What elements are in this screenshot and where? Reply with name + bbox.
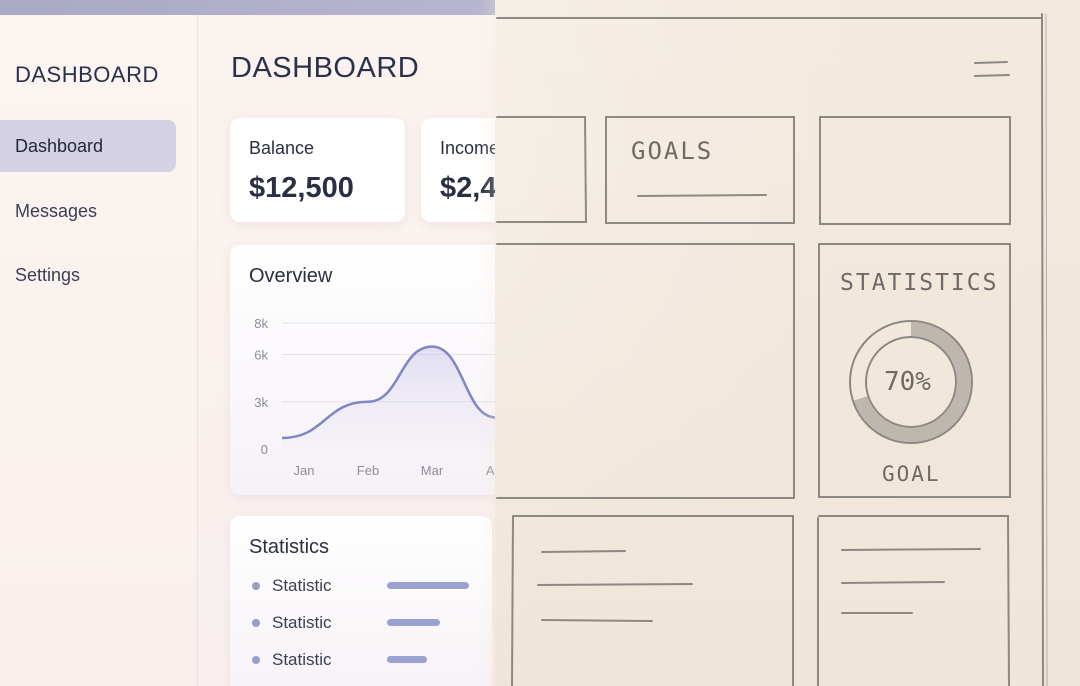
sketch-goals-label: GOALS [631, 137, 714, 165]
sidebar-item-dashboard[interactable]: Dashboard [0, 120, 176, 172]
overview-chart: 03k6k8kJanFebMarAprMayJunJul [254, 316, 495, 478]
sidebar: DASHBOARD Dashboard Messages Settings [0, 15, 198, 686]
statistics-card: Statistics Statistic Statistic Statistic [230, 516, 492, 686]
statistics-row: Statistic [252, 576, 482, 596]
digital-dashboard: DASHBOARD Dashboard Messages Settings DA… [0, 0, 495, 686]
statistics-row-bar [387, 619, 441, 626]
income-card: Income $2,400 [421, 118, 495, 222]
statistics-row-label: Statistic [272, 650, 332, 669]
statistics-row-bar [387, 656, 428, 663]
overview-card: Overview 03k6k8kJanFebMarAprMayJunJul [230, 245, 495, 495]
statistics-row: Statistic [252, 650, 482, 670]
sidebar-title: DASHBOARD [15, 62, 159, 87]
sketch-goal-label: GOAL [882, 462, 941, 486]
statistics-title: Statistics [249, 536, 330, 558]
page-title: DASHBOARD [231, 52, 420, 84]
y-tick-label: 6k [254, 348, 268, 363]
sidebar-item-settings[interactable]: Settings [0, 249, 176, 301]
bullet-icon [252, 619, 260, 627]
sidebar-item-messages[interactable]: Messages [0, 185, 176, 237]
x-tick-label: Feb [357, 463, 379, 478]
statistics-row: Statistic [252, 613, 482, 633]
balance-label: Balance [249, 138, 315, 158]
balance-card: Balance $12,500 [230, 118, 405, 222]
statistics-row-bar [387, 582, 469, 589]
income-label: Income [440, 138, 495, 158]
x-tick-label: Apr [486, 463, 495, 478]
y-tick-label: 0 [261, 442, 268, 457]
bullet-icon [252, 582, 260, 590]
top-bar [0, 0, 495, 15]
bullet-icon [252, 656, 260, 664]
x-tick-label: Jan [294, 463, 315, 478]
statistics-row-label: Statistic [272, 576, 332, 595]
sketch-percent-label: 70% [884, 367, 931, 397]
sketch-statistics-label: STATISTICS [840, 270, 999, 296]
y-tick-label: 8k [254, 316, 268, 331]
balance-value: $12,500 [249, 172, 354, 204]
income-value: $2,400 [440, 172, 495, 204]
y-tick-label: 3k [254, 395, 268, 410]
x-tick-label: Mar [421, 463, 444, 478]
overview-area [282, 346, 495, 449]
statistics-row-label: Statistic [272, 613, 332, 632]
